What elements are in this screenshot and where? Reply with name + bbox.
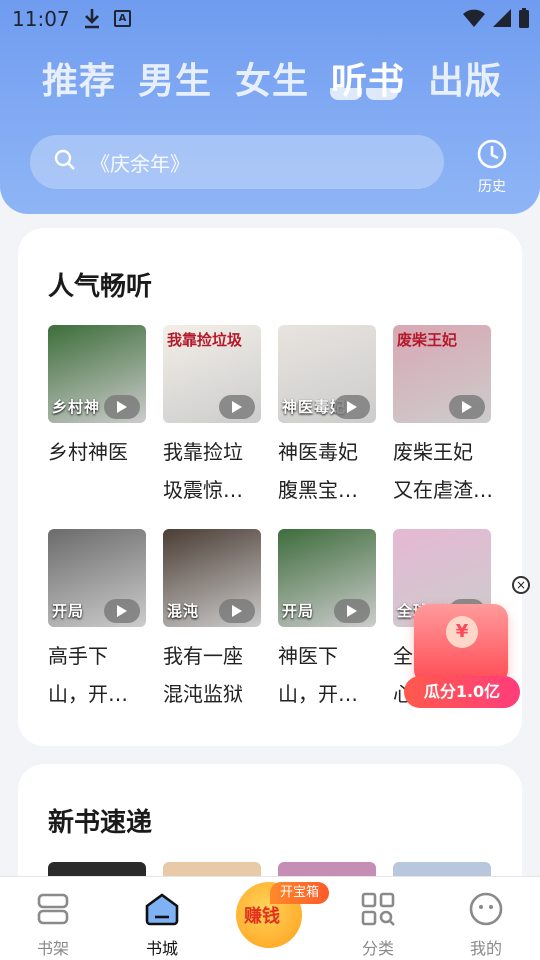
tab-recommend[interactable]: 推荐 — [42, 52, 116, 104]
book-title: 高手下山，开… — [48, 637, 152, 713]
book-title-line: 又在虐渣… — [393, 478, 493, 502]
cover-title-text: 开局 — [52, 602, 85, 620]
search-placeholder: 《庆余年》 — [90, 151, 190, 176]
nav-label: 书架 — [36, 939, 69, 958]
treasure-box-badge: 开宝箱 — [270, 882, 330, 904]
book-item[interactable]: 混沌我有一座混沌监狱 — [163, 529, 261, 713]
book-title-line: 山，开… — [278, 682, 358, 706]
book-title-line: 山，开… — [48, 682, 128, 706]
download-icon — [82, 7, 102, 33]
coin-icon: ¥ — [446, 616, 478, 648]
red-envelope-promo[interactable]: × ¥ 瓜分1.0亿 — [400, 576, 530, 712]
status-bar: 11:07 A — [0, 0, 540, 36]
book-item[interactable]: 我靠捡垃圾我靠捡垃圾震惊… — [163, 325, 261, 509]
book-item[interactable]: 乡村神乡村神医 — [48, 325, 146, 471]
book-cover[interactable]: 开局 — [48, 529, 146, 627]
book-cover[interactable]: 混沌 — [163, 529, 261, 627]
nav-label: 书城 — [145, 939, 178, 958]
play-icon[interactable] — [104, 599, 140, 623]
cover-title-text: 废柴王妃 — [397, 331, 458, 349]
book-title-line: 神医毒妃 — [278, 440, 358, 464]
promo-label: 瓜分1.0亿 — [404, 676, 520, 708]
nav-bookshelf[interactable]: 书架 — [8, 889, 98, 959]
book-title: 我有一座 混沌监狱 — [163, 637, 267, 713]
tab-publish[interactable]: 出版 — [428, 52, 502, 104]
nav-bookstore[interactable]: 书城 — [117, 889, 207, 959]
close-icon[interactable]: × — [512, 576, 530, 594]
bookshelf-icon — [8, 889, 98, 929]
book-cover[interactable]: 神医毒妃 — [278, 325, 376, 423]
signal-icon — [492, 8, 512, 32]
search-bar[interactable]: 《庆余年》 — [30, 135, 444, 189]
book-item[interactable]: 神医毒妃 神医毒妃 腹黑宝… — [278, 325, 376, 509]
book-title-line: 乡村神医 — [48, 440, 128, 464]
a-app-icon: A — [114, 10, 131, 27]
red-envelope-icon: ¥ — [414, 604, 508, 684]
book-item[interactable]: 开局高手下山，开… — [48, 529, 146, 713]
book-cover[interactable]: 开局 — [278, 529, 376, 627]
play-icon[interactable] — [334, 599, 370, 623]
cover-title-text: 我靠捡垃圾 — [167, 331, 243, 349]
cover-title-text: 乡村神 — [52, 398, 101, 416]
play-icon[interactable] — [104, 395, 140, 419]
search-icon — [54, 149, 76, 175]
category-icon — [333, 889, 423, 929]
nav-label: 我的 — [469, 939, 502, 958]
clock-icon — [476, 139, 508, 174]
book-cover[interactable]: 我靠捡垃圾 — [163, 325, 261, 423]
nav-profile[interactable]: 我的 — [441, 889, 531, 959]
tab-female[interactable]: 女生 — [235, 52, 309, 104]
active-tab-indicator — [330, 88, 398, 100]
section-title: 人气畅听 — [48, 272, 153, 302]
book-title: 神医下山，开… — [278, 637, 382, 713]
book-title-line: 神医下 — [278, 644, 338, 668]
cover-title-text: 混沌 — [167, 602, 200, 620]
play-icon[interactable] — [219, 599, 255, 623]
category-tabs: 推荐 男生 女生 听书 出版 — [42, 52, 512, 104]
battery-icon — [518, 7, 530, 33]
book-cover[interactable]: 乡村神 — [48, 325, 146, 423]
book-title: 废柴王妃又在虐渣… — [393, 433, 497, 509]
status-time: 11:07 — [12, 7, 70, 31]
bookstore-icon — [117, 889, 207, 929]
history-label: 历史 — [478, 179, 506, 195]
nav-label: 分类 — [361, 939, 394, 958]
profile-icon — [441, 889, 531, 929]
book-item[interactable]: 开局神医下山，开… — [278, 529, 376, 713]
book-title: 我靠捡垃圾震惊… — [163, 433, 267, 509]
book-title: 神医毒妃腹黑宝… — [278, 433, 382, 509]
book-title-line: 腹黑宝… — [278, 478, 358, 502]
history-button[interactable]: 历史 — [470, 138, 514, 196]
book-item[interactable]: 废柴王妃 废柴王妃 又在虐渣… — [393, 325, 493, 509]
play-icon[interactable] — [334, 395, 370, 419]
play-icon[interactable] — [449, 395, 485, 419]
book-title-line: 混沌监狱 — [163, 682, 243, 706]
book-title-line: 高手下 — [48, 644, 108, 668]
earn-label: 赚钱 — [244, 906, 280, 927]
book-title-line: 我靠捡垃 — [163, 440, 243, 464]
book-title-line: 圾震惊… — [163, 478, 243, 502]
book-title-line: 废柴王妃 — [393, 440, 473, 464]
cover-title-text: 开局 — [282, 602, 315, 620]
book-cover[interactable]: 废柴王妃 — [393, 325, 491, 423]
tab-male[interactable]: 男生 — [138, 52, 212, 104]
section-title: 新书速递 — [48, 808, 153, 838]
nav-category[interactable]: 分类 — [333, 889, 423, 959]
book-title-line: 我有一座 — [163, 644, 243, 668]
book-title: 乡村神医 — [48, 433, 152, 471]
wifi-icon — [462, 8, 486, 32]
play-icon[interactable] — [219, 395, 255, 419]
